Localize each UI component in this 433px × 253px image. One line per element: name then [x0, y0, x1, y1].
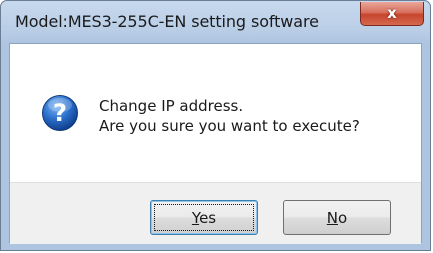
- title-bar[interactable]: Model:MES3-255C-EN setting software x: [1, 1, 430, 43]
- message-area: ? Change IP address. Are you sure you wa…: [10, 44, 421, 182]
- yes-button[interactable]: Yes: [150, 200, 258, 235]
- yes-label-rest: es: [199, 208, 217, 227]
- window-title: Model:MES3-255C-EN setting software: [15, 12, 319, 31]
- yes-mnemonic: Y: [191, 208, 200, 227]
- question-icon: ?: [42, 95, 78, 131]
- button-bar: Yes No: [10, 182, 421, 244]
- no-label-rest: o: [338, 208, 348, 227]
- close-icon: x: [387, 4, 397, 22]
- svg-text:?: ?: [53, 99, 67, 127]
- close-button[interactable]: x: [360, 2, 424, 26]
- no-button[interactable]: No: [283, 200, 391, 235]
- dialog-body: ? Change IP address. Are you sure you wa…: [9, 43, 422, 244]
- message-line-1: Change IP address.: [99, 97, 244, 115]
- dialog-window: Model:MES3-255C-EN setting software x ?: [0, 0, 431, 251]
- no-mnemonic: N: [326, 208, 339, 227]
- confirm-message: Change IP address. Are you sure you want…: [99, 96, 360, 136]
- message-line-2: Are you sure you want to execute?: [99, 117, 360, 135]
